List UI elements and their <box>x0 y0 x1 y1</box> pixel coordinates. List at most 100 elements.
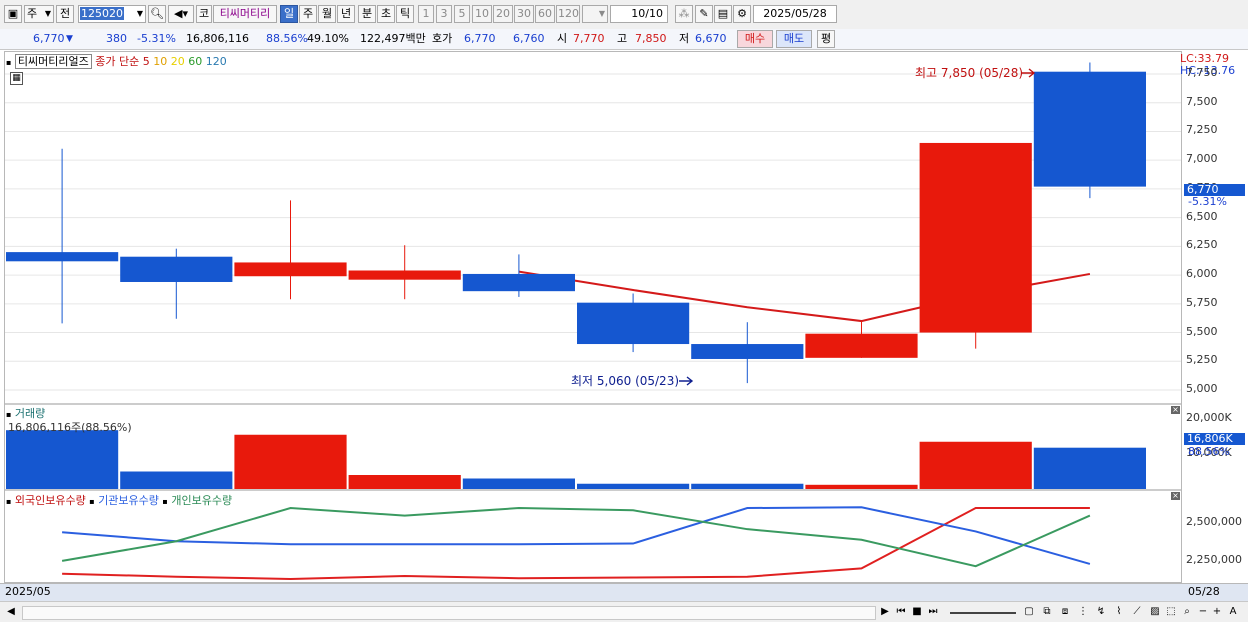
scroll-left-icon[interactable]: ◀ <box>4 605 18 619</box>
volume-info: 16,806,116주(88.56%) <box>8 421 132 434</box>
ma-60[interactable]: 60 <box>188 55 202 68</box>
tool-icon[interactable]: ⋮ <box>1076 605 1090 619</box>
close-icon[interactable]: × <box>1171 492 1180 500</box>
interval-120[interactable]: 120 <box>556 5 580 23</box>
font-icon[interactable]: A <box>1226 605 1240 619</box>
tab-year[interactable]: 년 <box>337 5 355 23</box>
interval-10[interactable]: 10 <box>472 5 492 23</box>
quote-open: 7,770 <box>573 32 605 45</box>
tool-icon[interactable]: ⬚ <box>1164 605 1178 619</box>
candle-body <box>234 262 347 277</box>
toolbar: ▣ 주 ▼ 전 125020 ▼ 🔍︎ ◀▾ 코 티씨머티리 일 주 월 년 분… <box>0 0 1248 30</box>
volume-bar <box>919 441 1032 489</box>
first-page-icon[interactable]: ⏮ <box>894 605 908 619</box>
date-input[interactable]: 2025/05/28 <box>753 5 837 23</box>
zoom-slider[interactable] <box>950 612 1016 614</box>
tab-minute[interactable]: 분 <box>358 5 376 23</box>
avg-button[interactable]: 평 <box>817 30 835 48</box>
candle-body <box>919 142 1032 333</box>
speaker-icon[interactable]: ◀▾ <box>168 5 194 23</box>
holding-legend: ▪ 외국인보유수량 ▪ 기관보유수량 ▪ 개인보유수량 <box>6 494 233 507</box>
interval-select[interactable]: ▼ <box>582 5 608 23</box>
quote-change-pct: -5.31% <box>137 32 176 45</box>
stock-name-field[interactable]: 티씨머티리 <box>213 5 277 23</box>
draw-icon[interactable]: ✎ <box>695 5 713 23</box>
table-icon[interactable]: ▦ <box>10 72 23 85</box>
code-label-button[interactable]: 코 <box>196 5 212 23</box>
zoom-out-icon[interactable]: − <box>1196 605 1210 619</box>
zoom-in-icon[interactable]: + <box>1210 605 1224 619</box>
ma-10[interactable]: 10 <box>153 55 167 68</box>
price-tick-label: 6,000 <box>1186 267 1218 281</box>
tab-tick[interactable]: 틱 <box>396 5 414 23</box>
price-tick-label: 5,500 <box>1186 324 1218 338</box>
volume-bar <box>1033 447 1146 489</box>
price-axis[interactable]: 7,7507,5007,2507,0006,7506,5006,2506,000… <box>1182 51 1248 583</box>
volume-bar <box>691 483 804 489</box>
price-legend: ▪ 티씨머티리얼즈 종가 단순 5 10 20 60 120 <box>6 54 227 69</box>
last-page-icon[interactable]: ⏭ <box>926 605 940 619</box>
ma-label[interactable]: 종가 단순 <box>95 55 139 68</box>
gear-icon[interactable]: ⚙ <box>733 5 751 23</box>
date-axis: 2025/05 05/28 <box>0 583 1248 601</box>
holding-tick-label: 2,500,000 <box>1186 515 1242 529</box>
current-volume-pct: 88.56% <box>1188 445 1230 458</box>
interval-60[interactable]: 60 <box>535 5 555 23</box>
interval-5[interactable]: 5 <box>454 5 470 23</box>
code-input[interactable]: 125020 ▼ <box>78 5 146 23</box>
quote-change: 380 <box>106 32 127 45</box>
scroll-track[interactable] <box>22 606 876 620</box>
close-icon[interactable]: × <box>1171 406 1180 414</box>
stop-icon[interactable]: ■ <box>910 605 924 619</box>
tool-icon[interactable]: ⌇ <box>1112 605 1126 619</box>
period-select[interactable]: 주 ▼ <box>24 5 54 23</box>
holding-line <box>61 507 1091 568</box>
footer-left-date: 2025/05 <box>5 585 51 598</box>
legend-institution[interactable]: 기관보유수량 <box>98 494 159 507</box>
tool-icon[interactable]: ⧈ <box>1058 605 1072 619</box>
candle-body <box>120 256 233 282</box>
buy-button[interactable]: 매수 <box>737 30 773 48</box>
open-label: 시 <box>557 32 568 45</box>
tab-week[interactable]: 주 <box>299 5 317 23</box>
max-price-note: 최고 7,850 (05/28) <box>915 66 1023 80</box>
scroll-bar[interactable]: ◀ ▶ ⏮ ■ ⏭ ▢ ⧉ ⧈ ⋮ ↯ ⌇ ⟋ ▨ ⬚ ⌕ − + A <box>0 601 1248 622</box>
quote-high: 7,850 <box>635 32 667 45</box>
jeon-button[interactable]: 전 <box>56 5 74 23</box>
interval-30[interactable]: 30 <box>514 5 534 23</box>
tab-day[interactable]: 일 <box>280 5 298 23</box>
legend-individual[interactable]: 개인보유수량 <box>171 494 232 507</box>
interval-1[interactable]: 1 <box>418 5 434 23</box>
tool-icon[interactable]: ⟋ <box>1130 605 1144 619</box>
count-input[interactable]: 10/10 <box>610 5 668 23</box>
tool-icon[interactable]: ▢ <box>1022 605 1036 619</box>
volume-bar <box>234 434 347 489</box>
tab-second[interactable]: 초 <box>377 5 395 23</box>
tab-month[interactable]: 월 <box>318 5 336 23</box>
interval-20[interactable]: 20 <box>493 5 513 23</box>
sell-button[interactable]: 매도 <box>776 30 812 48</box>
scroll-right-icon[interactable]: ▶ <box>878 605 892 619</box>
quote-bar: 6,770 ▼ 380 -5.31% 16,806,116 88.56% 49.… <box>0 29 1248 50</box>
candle-body <box>6 252 119 262</box>
ma-20[interactable]: 20 <box>171 55 185 68</box>
tool-icon[interactable]: ⧉ <box>1040 605 1054 619</box>
candle-body <box>805 333 918 358</box>
price-tick-label: 5,000 <box>1186 382 1218 395</box>
price-tick-label: 6,500 <box>1186 209 1218 223</box>
chart-area[interactable]: 최고 7,850 (05/28) 최저 5,060 (05/23) ▪ 티씨머티… <box>4 51 1182 583</box>
save-icon[interactable]: ▤ <box>714 5 732 23</box>
magnifier-icon[interactable]: ⌕ <box>1180 605 1194 619</box>
ma-120[interactable]: 120 <box>206 55 227 68</box>
search-icon[interactable]: 🔍︎ <box>148 5 166 23</box>
interval-3[interactable]: 3 <box>436 5 452 23</box>
ma-5[interactable]: 5 <box>143 55 150 68</box>
layout-icon[interactable]: ▣ <box>4 5 22 23</box>
tool-icon[interactable]: ↯ <box>1094 605 1108 619</box>
tool-icon[interactable]: ▨ <box>1148 605 1162 619</box>
holding-line <box>62 506 1091 565</box>
stock-label[interactable]: 티씨머티리얼즈 <box>14 54 92 69</box>
chevron-down-icon: ▼ <box>136 9 143 18</box>
legend-foreign[interactable]: 외국인보유수량 <box>15 494 86 507</box>
pin-icon[interactable]: ⁂ <box>675 5 693 23</box>
